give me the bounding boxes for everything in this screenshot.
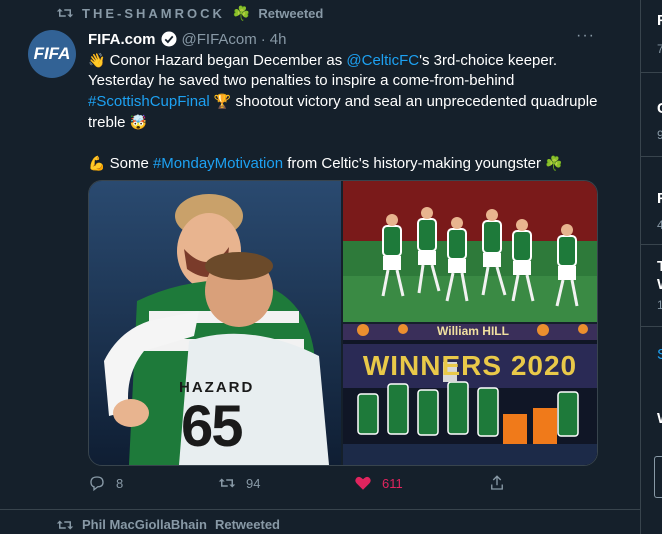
shirt-number: 65 (181, 394, 243, 459)
reply-count: 8 (116, 475, 124, 491)
media-grid: HAZARD 65 William HILL WINNERS 2020 (88, 180, 598, 466)
sponsor-banner: William HILL (437, 324, 509, 338)
sidebar-frag-4: 9 (657, 128, 662, 142)
photo-team-celebration[interactable] (343, 181, 597, 322)
avatar[interactable]: FIFA (28, 30, 76, 78)
sidebar-frag-5[interactable]: R (657, 190, 662, 207)
retweet-icon (56, 520, 74, 529)
retweet-count: 94 (246, 475, 261, 491)
retweet-icon (56, 8, 74, 18)
shamrock-emoji: ☘️ (545, 155, 563, 171)
next-retweeted-label: Retweeted (214, 517, 280, 532)
sidebar-show-more-frag[interactable]: S (657, 346, 662, 363)
reply-icon (90, 476, 104, 492)
share-icon (491, 475, 503, 490)
sidebar-frag-8[interactable]: W (657, 276, 662, 293)
messages-drawer-edge[interactable] (654, 456, 662, 498)
photo-trophy-lift[interactable]: William HILL WINNERS 2020 (343, 324, 597, 465)
next-retweet-header[interactable]: Phil MacGiollaBhain Retweeted (56, 517, 280, 532)
tweet-divider (0, 509, 640, 510)
photo-hazard-embrace[interactable]: HAZARD 65 (89, 181, 341, 465)
sidebar-frag-2: 7 (657, 42, 662, 56)
sidebar-sep (641, 72, 662, 73)
heart-icon (355, 476, 371, 490)
clover-emoji: ☘️ (232, 4, 251, 21)
retweeted-label: Retweeted (258, 5, 324, 21)
share-button[interactable] (488, 474, 506, 492)
handle[interactable]: @FIFAcom (182, 31, 257, 48)
tweet-header: FIFA.com @FIFAcom · 4h (88, 30, 286, 48)
sidebar-frag-1: F (657, 12, 662, 29)
timeline-column: THE-SHAMROCK ☘️ Retweeted FIFA FIFA.com @… (0, 0, 641, 534)
sidebar-frag-9: 1 (657, 298, 662, 312)
sidebar-frag-11[interactable]: W (657, 410, 662, 427)
separator-dot: · (260, 30, 266, 48)
sidebar-sep (641, 326, 662, 327)
reply-button[interactable]: 8 (88, 474, 123, 492)
sidebar-frag-6: 4 (657, 218, 662, 232)
winners-banner: WINNERS 2020 (362, 350, 578, 381)
like-count: 611 (382, 475, 403, 491)
display-name[interactable]: FIFA.com (88, 31, 156, 48)
like-button[interactable]: 611 (354, 474, 403, 492)
photo-team-celebration-art (343, 181, 597, 322)
photo-trophy-lift-art (343, 324, 597, 465)
hashtag-link-scottishcupfinal[interactable]: #ScottishCupFinal (88, 93, 210, 110)
retweet-action-icon (218, 478, 236, 488)
more-options-icon[interactable]: ··· (576, 27, 595, 45)
sidebar-frag-3[interactable]: C (657, 100, 662, 117)
text-part-4: Some (105, 155, 153, 172)
waving-hand-emoji: 👋 (88, 52, 106, 68)
right-sidebar-fragment: F 7 C 9 R 4 T W 1 S W (641, 0, 662, 534)
timestamp[interactable]: 4h (270, 31, 287, 48)
flexed-biceps-emoji: 💪 (88, 155, 106, 171)
next-retweeter-name[interactable]: Phil MacGiollaBhain (82, 517, 207, 532)
trophy-emoji: 🏆 (213, 93, 232, 109)
tweet-actions: 8 94 611 (88, 474, 518, 498)
text-part-1: Conor Hazard began December as (109, 52, 347, 69)
verified-badge-icon (161, 31, 177, 47)
mind-blown-emoji: 🤯 (129, 114, 148, 130)
retweeter-name[interactable]: THE-SHAMROCK (82, 6, 225, 21)
sidebar-sep (641, 244, 662, 245)
mention-link[interactable]: @CelticFC (346, 52, 419, 69)
retweet-header[interactable]: THE-SHAMROCK ☘️ Retweeted (56, 4, 323, 22)
retweet-button[interactable]: 94 (218, 474, 260, 492)
sidebar-frag-7[interactable]: T (657, 258, 662, 275)
avatar-logo-text: FIFA (33, 44, 71, 63)
tweet-text: 👋 Conor Hazard began December as @Celtic… (88, 50, 608, 174)
sidebar-sep (641, 156, 662, 157)
hashtag-link-mondaymotivation[interactable]: #MondayMotivation (153, 155, 283, 172)
text-part-5: from Celtic's history-making youngster (283, 155, 546, 172)
